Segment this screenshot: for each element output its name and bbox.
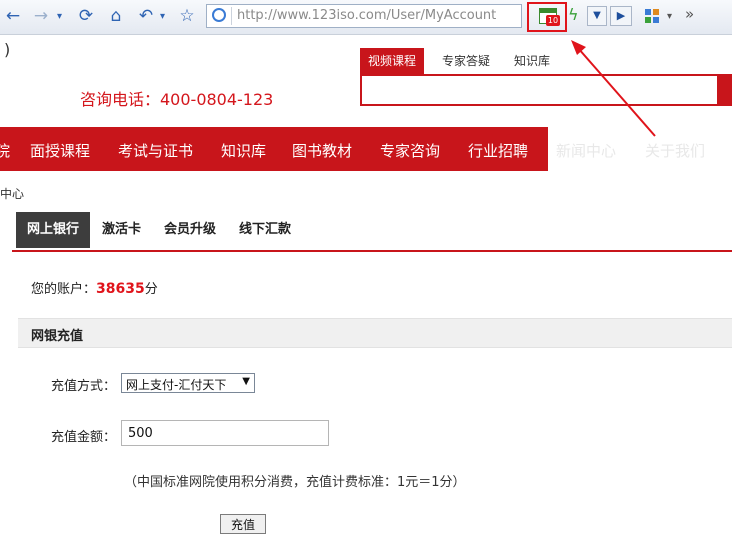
- annotation-arrow: [571, 40, 656, 137]
- annotation-arrow-line: [577, 47, 656, 137]
- annotation-arrow-head: [571, 40, 586, 55]
